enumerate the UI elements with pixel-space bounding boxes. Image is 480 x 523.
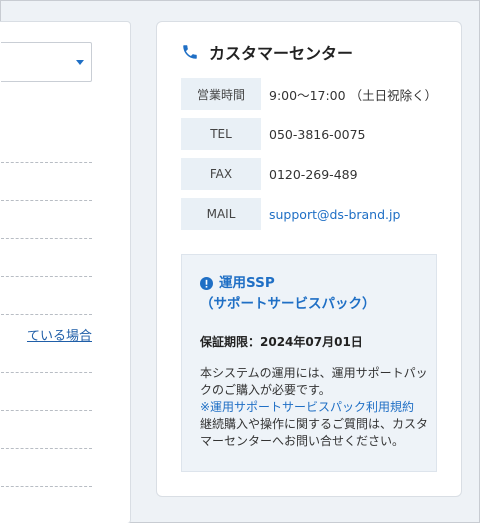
panel-title-text: カスタマーセンター: [209, 44, 354, 63]
info-row-hours: 営業時間 9:00～17:00 （土日祝除く）: [181, 78, 437, 110]
divider: [1, 448, 92, 449]
info-row-mail: MAIL support@ds-brand.jp: [181, 198, 400, 230]
info-value: 050-3816-0075: [269, 126, 366, 142]
info-label: TEL: [181, 118, 261, 150]
chevron-down-icon: [76, 60, 84, 65]
divider: [1, 200, 92, 201]
info-label: FAX: [181, 158, 261, 190]
info-value: 0120-269-489: [269, 166, 358, 182]
divider: [1, 276, 92, 277]
info-row-fax: FAX 0120-269-489: [181, 158, 358, 190]
phone-icon: [183, 45, 197, 59]
divider: [1, 372, 92, 373]
ssp-body-text: 本システムの運用には、運用サポートパックのご購入が必要です。: [200, 366, 428, 397]
divider: [1, 238, 92, 239]
panel-title: カスタマーセンター: [181, 40, 353, 64]
info-label: MAIL: [181, 198, 261, 230]
ssp-title: 運用SSP （サポートサービスパック）: [200, 273, 376, 315]
ssp-body: 本システムの運用には、運用サポートパックのご購入が必要です。 ※運用サポートサー…: [200, 365, 430, 450]
alert-circle-icon: [200, 277, 213, 290]
dropdown-select[interactable]: [1, 42, 92, 82]
ssp-title-line2: （サポートサービスパック）: [200, 296, 376, 312]
divider: [1, 314, 92, 315]
ssp-body-text-2: 継続購入や操作に関するご質問は、カスタマーセンターへお問い合せください。: [200, 417, 429, 448]
customer-center-panel: カスタマーセンター 営業時間 9:00～17:00 （土日祝除く） TEL 05…: [156, 21, 462, 497]
info-value: 9:00～17:00 （土日祝除く）: [269, 87, 438, 103]
ssp-period: 保証期限：2024年07月01日: [200, 335, 363, 349]
mail-link[interactable]: support@ds-brand.jp: [269, 207, 400, 222]
info-row-tel: TEL 050-3816-0075: [181, 118, 366, 150]
ssp-title-line1: 運用SSP: [219, 275, 275, 291]
info-label: 営業時間: [181, 78, 261, 110]
left-panel-link[interactable]: ている場合: [1, 325, 92, 344]
divider: [1, 410, 92, 411]
divider: [1, 486, 92, 487]
ssp-terms-link[interactable]: ※運用サポートサービスパック利用規約: [200, 399, 430, 416]
divider: [1, 162, 92, 163]
ssp-info-box: 運用SSP （サポートサービスパック） 保証期限：2024年07月01日 本シス…: [181, 254, 437, 472]
